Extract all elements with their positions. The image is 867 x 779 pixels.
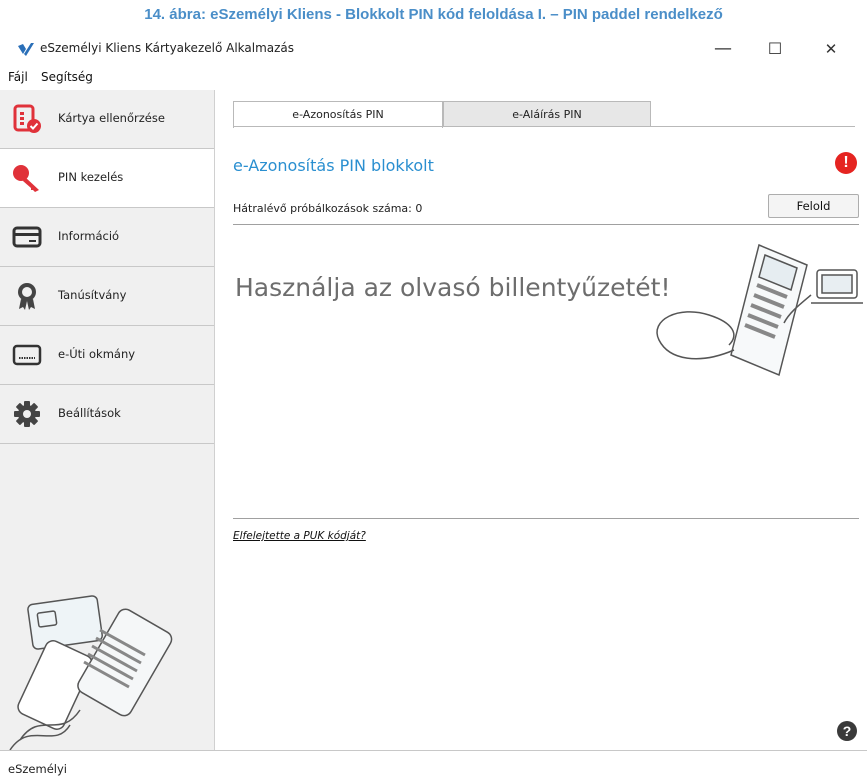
menu-file[interactable]: Fájl xyxy=(8,70,28,84)
figure-caption: 14. ábra: eSzemélyi Kliens - Blokkolt PI… xyxy=(144,6,723,23)
app-logo-icon xyxy=(18,43,34,56)
sidebar-item-label: PIN kezelés xyxy=(58,170,124,184)
certificate-icon xyxy=(18,283,36,310)
maximize-button[interactable]: ☐ xyxy=(752,36,798,64)
menu-bar: Fájl Segítség xyxy=(0,68,867,88)
pin-pad-reader-illustration xyxy=(656,243,863,377)
passport-card-icon xyxy=(12,344,42,366)
gear-icon xyxy=(14,401,40,427)
unlock-button[interactable]: Felold xyxy=(768,194,859,218)
sidebar-item-label: e-Úti okmány xyxy=(58,347,136,361)
sidebar: Kártya ellenőrzése PIN kezelés Informáci… xyxy=(0,90,215,750)
tab-underline xyxy=(233,126,855,127)
help-icon[interactable]: ? xyxy=(837,721,857,741)
card-reader-illustration xyxy=(9,595,173,750)
sidebar-item-info[interactable]: Információ xyxy=(0,208,214,267)
sidebar-item-card-check[interactable]: Kártya ellenőrzése xyxy=(0,90,214,149)
title-bar: eSzemélyi Kliens Kártyakezelő Alkalmazás… xyxy=(0,36,867,66)
sidebar-item-certificate[interactable]: Tanúsítvány xyxy=(0,267,214,326)
alert-icon: ! xyxy=(835,152,857,174)
card-icon xyxy=(12,226,42,248)
divider xyxy=(233,518,859,519)
minimize-button[interactable]: — xyxy=(700,36,746,64)
status-text: eSzemélyi xyxy=(8,762,67,776)
menu-help[interactable]: Segítség xyxy=(41,70,93,84)
sidebar-item-pin[interactable]: PIN kezelés xyxy=(0,149,214,208)
tab-eid-pin[interactable]: e-Azonosítás PIN xyxy=(233,101,443,128)
main-panel: e-Azonosítás PIN e-Aláírás PIN e-Azonosí… xyxy=(215,90,867,750)
sidebar-item-label: Kártya ellenőrzése xyxy=(58,111,165,125)
forgot-puk-link[interactable]: Elfelejtette a PUK kódját? xyxy=(233,530,366,542)
pin-blocked-title: e-Azonosítás PIN blokkolt xyxy=(233,156,434,175)
key-icon xyxy=(13,165,39,192)
sidebar-item-label: Információ xyxy=(58,229,120,243)
card-check-icon xyxy=(13,104,41,133)
close-button[interactable]: ✕ xyxy=(808,36,854,64)
sidebar-item-settings[interactable]: Beállítások xyxy=(0,385,214,444)
sidebar-item-travel-doc[interactable]: e-Úti okmány xyxy=(0,326,214,385)
sidebar-item-label: Beállítások xyxy=(58,406,121,420)
divider xyxy=(233,224,859,225)
reader-keypad-hint: Használja az olvasó billentyűzetét! xyxy=(235,273,671,302)
remaining-attempts: Hátralévő próbálkozások száma: 0 xyxy=(233,202,423,215)
tab-esign-pin[interactable]: e-Aláírás PIN xyxy=(443,101,651,127)
status-bar: eSzemélyi xyxy=(0,750,867,779)
window-title: eSzemélyi Kliens Kártyakezelő Alkalmazás xyxy=(40,41,295,55)
sidebar-item-label: Tanúsítvány xyxy=(58,288,127,302)
